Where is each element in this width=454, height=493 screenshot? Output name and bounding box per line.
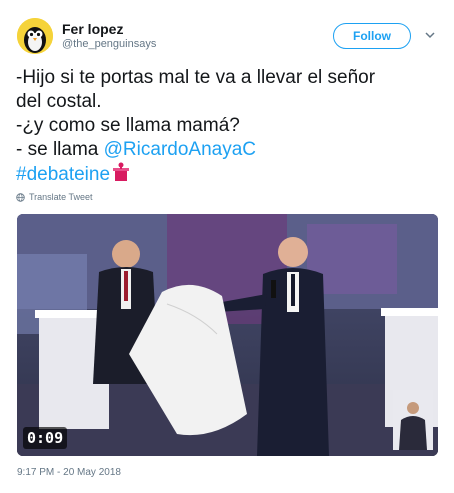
user-avatar[interactable] — [17, 18, 53, 54]
tweet-line: -Hijo si te portas mal te va a llevar el… — [16, 67, 376, 88]
mention-link[interactable]: @RicardoAnayaC — [104, 139, 256, 160]
globe-icon — [16, 192, 25, 202]
tweet-line: -¿y como se llama mamá? — [16, 115, 240, 136]
video-timer: 0:09 — [23, 427, 68, 449]
follow-button[interactable]: Follow — [333, 23, 411, 49]
tweet-line-prefix: - se llama — [16, 139, 104, 160]
penguin-avatar-icon — [17, 18, 53, 54]
translate-tweet-link[interactable]: Translate Tweet — [16, 192, 93, 202]
display-name[interactable]: Fer lopez — [62, 21, 123, 37]
podium-emoji-icon — [113, 162, 130, 181]
tweet-line: #debateine — [16, 162, 441, 187]
video-player[interactable]: 0:09 — [17, 214, 438, 456]
hashtag-link[interactable]: #debateine — [16, 164, 110, 185]
tweet-timestamp[interactable]: 9:17 PM - 20 May 2018 — [17, 467, 121, 478]
tweet-line: del costal. — [16, 91, 102, 112]
user-handle[interactable]: @the_penguinsays — [62, 38, 156, 50]
video-frame — [17, 214, 438, 456]
tweet-text: -Hijo si te portas mal te va a llevar el… — [16, 66, 441, 187]
tweet-line: - se llama @RicardoAnayaC — [16, 138, 441, 162]
translate-label: Translate Tweet — [29, 192, 93, 202]
chevron-down-icon[interactable] — [425, 30, 435, 40]
